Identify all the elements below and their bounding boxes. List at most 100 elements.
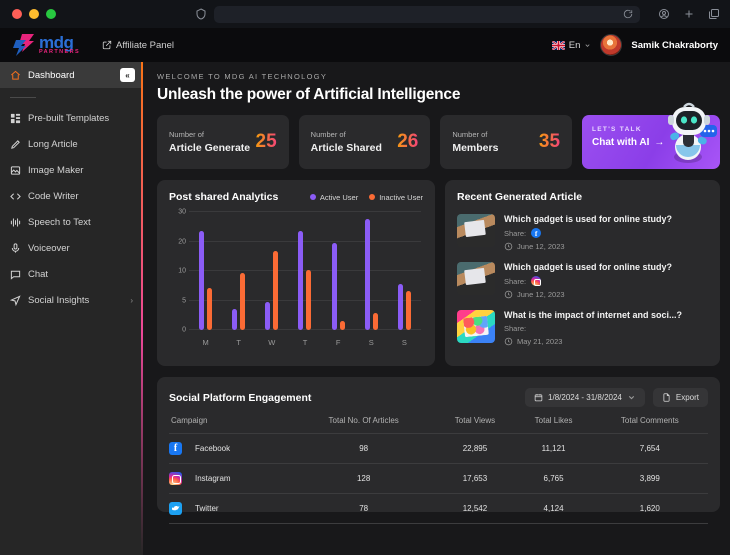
chat-with-ai-card[interactable]: LET'S TALK Chat with AI →: [582, 102, 721, 169]
bar-inactive-user[interactable]: [207, 287, 213, 330]
recent-generated-article-panel: Recent Generated Article Which gadget is…: [445, 180, 720, 366]
tabs-icon[interactable]: [708, 8, 720, 20]
list-item[interactable]: What is the impact of internet and soci.…: [457, 310, 708, 346]
twitter-icon: [169, 502, 182, 515]
bar-group: [255, 212, 288, 330]
engagement-table: Campaign Total No. Of Articles Total Vie…: [169, 416, 708, 524]
bar-active-user[interactable]: [298, 231, 304, 330]
legend-dot-icon: [369, 194, 376, 200]
sidebar-item-chat[interactable]: Chat: [0, 261, 143, 287]
table-row[interactable]: Instagram 128 17,653 6,765 3,899: [169, 463, 708, 494]
sidebar-item-label: Voiceover: [28, 242, 70, 254]
sidebar-item-code-writer[interactable]: Code Writer: [0, 183, 143, 209]
bar-group: [222, 212, 255, 330]
sidebar-item-dashboard[interactable]: Dashboard «: [0, 62, 143, 88]
table-row[interactable]: Facebook 98 22,895 11,121 7,654: [169, 433, 708, 464]
waveform-icon: [10, 217, 21, 228]
clock-icon: [504, 242, 513, 251]
cell-total-comments: 7,654: [591, 433, 708, 464]
date-range-picker[interactable]: 1/8/2024 - 31/8/2024: [525, 388, 645, 407]
cell-total-articles: 98: [292, 433, 435, 464]
social-platform-engagement-panel: Social Platform Engagement 1/8/2024 - 31…: [157, 377, 720, 524]
affiliate-panel-link[interactable]: Affiliate Panel: [102, 40, 174, 51]
chart-title: Post shared Analytics: [169, 191, 279, 203]
facebook-icon[interactable]: [531, 228, 542, 238]
url-input[interactable]: [214, 5, 640, 23]
bar-inactive-user[interactable]: [405, 291, 411, 330]
column-header-total-comments: Total Comments: [591, 416, 708, 434]
bar-active-user[interactable]: [397, 283, 403, 330]
legend-item-inactive-user[interactable]: Inactive User: [369, 193, 423, 202]
bar-active-user[interactable]: [265, 301, 271, 330]
bar-active-user[interactable]: [331, 242, 337, 330]
bar-group: [388, 212, 421, 330]
cell-total-comments: 1,620: [591, 493, 708, 524]
stats-row: Number of Article Generate 25 Number of …: [157, 102, 721, 169]
legend-dot-icon: [309, 194, 316, 200]
sidebar-item-label: Social Insights: [28, 294, 90, 306]
export-button[interactable]: Export: [652, 388, 708, 407]
bar-inactive-user[interactable]: [273, 250, 279, 330]
logo-wordmark: mdg PARTNERS: [39, 34, 80, 56]
stat-card-members: Number of Members 35: [440, 115, 573, 169]
sidebar-item-long-article[interactable]: Long Article: [0, 131, 143, 157]
sidebar-item-speech-to-text[interactable]: Speech to Text: [0, 209, 143, 235]
bar-inactive-user[interactable]: [372, 312, 378, 330]
sidebar-item-label: Long Article: [28, 138, 78, 150]
sidebar-item-label: Chat: [28, 268, 49, 280]
list-item[interactable]: Which gadget is used for online study? S…: [457, 214, 708, 251]
sidebar-item-image-maker[interactable]: Image Maker: [0, 157, 143, 183]
bar-inactive-user[interactable]: [306, 269, 312, 330]
table-actions: 1/8/2024 - 31/8/2024 Export: [525, 388, 708, 407]
cell-total-articles: 128: [292, 463, 435, 494]
new-tab-icon[interactable]: [683, 8, 695, 20]
column-header-campaign: Campaign: [169, 416, 293, 434]
clock-icon: [504, 290, 513, 299]
table-row[interactable]: Twitter 78 12,542 4,124 1,620: [169, 493, 708, 524]
sidebar-collapse-button[interactable]: «: [120, 68, 135, 82]
maximize-window-button[interactable]: [46, 9, 56, 19]
bar-active-user[interactable]: [199, 231, 205, 330]
date-range-label: 1/8/2024 - 31/8/2024: [548, 393, 622, 402]
minimize-window-button[interactable]: [29, 9, 39, 19]
post-shared-analytics-panel: Post shared Analytics Active User Inacti…: [157, 180, 435, 366]
instagram-icon[interactable]: [531, 276, 542, 286]
image-icon: [10, 165, 21, 176]
article-thumbnail: [457, 262, 495, 295]
sidebar-item-social-insights[interactable]: Social Insights ›: [0, 287, 143, 313]
affiliate-panel-label: Affiliate Panel: [116, 39, 174, 51]
avatar[interactable]: [600, 34, 623, 56]
sidebar-item-voiceover[interactable]: Voiceover: [0, 235, 143, 261]
chat-card-title: Chat with AI: [592, 137, 650, 148]
bar-active-user[interactable]: [232, 309, 238, 330]
close-window-button[interactable]: [12, 9, 22, 19]
bar-group: [322, 212, 355, 330]
window-traffic-lights: [12, 9, 56, 19]
column-header-total-views: Total Views: [434, 416, 516, 434]
sidebar-item-label: Speech to Text: [28, 216, 91, 228]
bar-inactive-user[interactable]: [240, 272, 246, 330]
bar-active-user[interactable]: [364, 219, 370, 330]
legend-item-active-user[interactable]: Active User: [309, 193, 358, 202]
sidebar-item-pre-built-templates[interactable]: Pre-built Templates: [0, 105, 143, 131]
language-selector[interactable]: En: [551, 40, 592, 51]
calendar-icon: [534, 394, 543, 402]
panels-row: Post shared Analytics Active User Inacti…: [157, 180, 720, 366]
list-item[interactable]: Which gadget is used for online study? S…: [457, 262, 708, 299]
account-icon[interactable]: [658, 8, 670, 20]
app-header: mdg PARTNERS Affiliate Panel En Samik Ch…: [0, 28, 730, 62]
sidebar-item-label: Pre-built Templates: [28, 112, 110, 124]
y-axis-tick-label: 0: [182, 326, 186, 334]
bar-inactive-user[interactable]: [339, 321, 345, 330]
brand-logo[interactable]: mdg PARTNERS: [12, 33, 80, 57]
stat-value: 25: [255, 131, 277, 152]
article-body: Which gadget is used for online study? S…: [504, 214, 708, 251]
share-label: Share:: [504, 276, 527, 286]
pencil-icon: [10, 139, 21, 150]
cell-campaign: Facebook: [169, 433, 293, 464]
stat-label-large: Members: [452, 142, 499, 154]
browser-toolbar-right: [658, 8, 720, 20]
main-content: WELCOME TO MDG AI TECHNOLOGY Unleash the…: [143, 62, 730, 555]
y-axis-tick-label: 30: [178, 208, 186, 216]
reload-icon[interactable]: [623, 9, 633, 19]
